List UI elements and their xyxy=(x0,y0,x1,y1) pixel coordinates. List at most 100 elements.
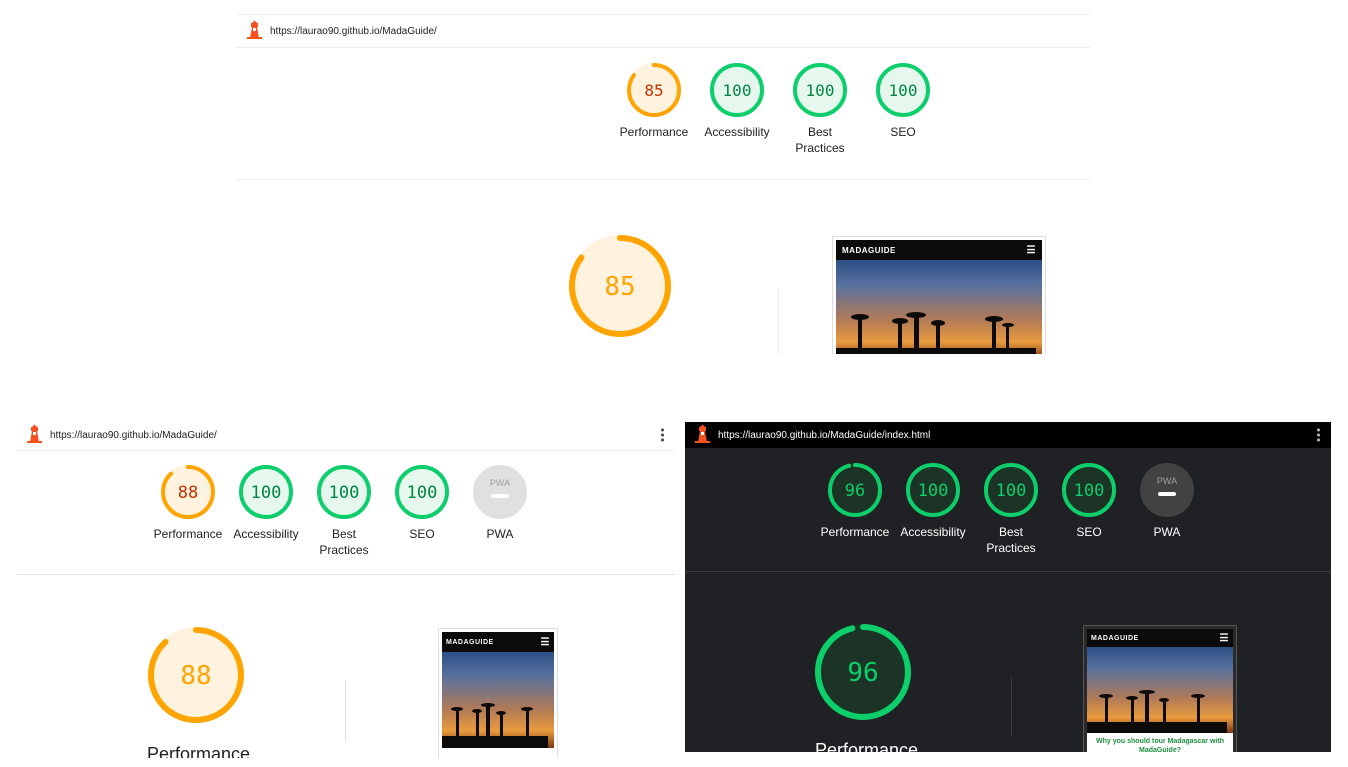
report-top-url-bar: https://laurao90.github.io/MadaGuide/ xyxy=(237,14,1090,48)
performance-gauge-ring: 96 xyxy=(828,463,882,517)
best-practices-gauge-ring: 100 xyxy=(984,463,1038,517)
pwa-badge: PWA xyxy=(473,465,527,519)
hamburger-icon: ☰ xyxy=(540,636,550,648)
gauge-seo[interactable]: 100 SEO xyxy=(383,464,461,558)
gauge-seo[interactable]: 100 SEO xyxy=(1050,462,1128,556)
gauge-performance[interactable]: 96 Performance xyxy=(816,462,894,556)
lighthouse-logo-icon xyxy=(27,424,42,446)
big-performance-gauge: 96 xyxy=(813,622,913,727)
seo-score: 100 xyxy=(889,81,918,100)
accessibility-gauge-ring: 100 xyxy=(906,463,960,517)
performance-label: Performance xyxy=(820,525,890,539)
best-practices-label: Best Practices xyxy=(986,525,1036,555)
performance-gauge-ring: 85 xyxy=(627,63,681,117)
performance-score: 85 xyxy=(644,81,663,100)
report-left-url-bar: https://laurao90.github.io/MadaGuide/ xyxy=(17,420,675,451)
report-url[interactable]: https://laurao90.github.io/MadaGuide/ xyxy=(270,26,437,37)
best-practices-label: Best Practices xyxy=(795,125,845,155)
vertical-divider xyxy=(1011,677,1012,737)
divider xyxy=(685,571,1331,572)
site-navbar: MADAGUIDE ☰ xyxy=(836,240,1042,260)
gauge-accessibility[interactable]: 100 Accessibility xyxy=(227,464,305,558)
score-gauges: 85 Performance 100 Accessibility 100 Bes… xyxy=(615,62,942,156)
performance-label: Performance xyxy=(619,125,689,139)
big-performance-score: 85 xyxy=(604,272,635,302)
report-url[interactable]: https://laurao90.github.io/MadaGuide/ xyxy=(50,430,217,441)
big-performance-gauge: 88 xyxy=(146,625,246,730)
big-performance-gauge: 85 xyxy=(567,233,673,344)
best-practices-score: 100 xyxy=(996,481,1027,501)
best-practices-label: Best Practices xyxy=(319,527,369,557)
accessibility-score: 100 xyxy=(918,481,949,501)
vertical-divider xyxy=(778,289,779,354)
best-practices-score: 100 xyxy=(806,81,835,100)
gauge-performance[interactable]: 88 Performance xyxy=(149,464,227,558)
site-logo: MADAGUIDE xyxy=(1091,634,1139,642)
seo-score: 100 xyxy=(1074,481,1105,501)
best-practices-gauge-ring: 100 xyxy=(793,63,847,117)
baobab-photo xyxy=(836,260,1042,354)
gauge-best-practices[interactable]: 100 Best Practices xyxy=(305,464,383,558)
big-performance-score: 88 xyxy=(180,661,211,691)
seo-gauge-ring: 100 xyxy=(1062,463,1116,517)
pwa-badge-text: PWA xyxy=(1157,476,1177,486)
kebab-menu-icon[interactable] xyxy=(1317,427,1321,444)
divider xyxy=(17,574,675,575)
lighthouse-logo-icon xyxy=(247,20,262,42)
final-screenshot: MADAGUIDE ☰ xyxy=(438,628,558,758)
performance-score: 88 xyxy=(178,483,198,503)
lighthouse-logo-icon xyxy=(695,424,710,446)
site-navbar: MADAGUIDE ☰ xyxy=(1087,629,1233,647)
performance-gauge-ring: 88 xyxy=(161,465,215,519)
report-url[interactable]: https://laurao90.github.io/MadaGuide/ind… xyxy=(718,430,930,441)
site-caption: Why you should tour Madagascar with Mada… xyxy=(1087,733,1233,752)
accessibility-score: 100 xyxy=(251,483,282,503)
accessibility-label: Accessibility xyxy=(704,125,770,139)
divider xyxy=(237,179,1090,180)
gauge-accessibility[interactable]: 100 Accessibility xyxy=(698,62,776,156)
pwa-badge-text: PWA xyxy=(490,478,510,488)
accessibility-label: Accessibility xyxy=(900,525,966,539)
baobab-photo xyxy=(1087,647,1233,733)
seo-score: 100 xyxy=(407,483,438,503)
seo-gauge-ring: 100 xyxy=(395,465,449,519)
pwa-label: PWA xyxy=(1153,525,1181,539)
big-performance-label: Performance xyxy=(147,744,251,758)
accessibility-label: Accessibility xyxy=(233,527,299,541)
score-gauges: 96 Performance 100 Accessibility 100 Bes… xyxy=(816,462,1206,556)
gauge-best-practices[interactable]: 100 Best Practices xyxy=(972,462,1050,556)
performance-score: 96 xyxy=(845,481,865,501)
seo-gauge-ring: 100 xyxy=(876,63,930,117)
best-practices-gauge-ring: 100 xyxy=(317,465,371,519)
accessibility-gauge-ring: 100 xyxy=(239,465,293,519)
report-right: https://laurao90.github.io/MadaGuide/ind… xyxy=(685,422,1331,752)
baobab-photo xyxy=(442,652,554,748)
report-left: https://laurao90.github.io/MadaGuide/ 88… xyxy=(17,420,675,758)
seo-label: SEO xyxy=(409,527,435,541)
gauge-performance[interactable]: 85 Performance xyxy=(615,62,693,156)
gauge-pwa[interactable]: PWA PWA xyxy=(461,464,539,558)
report-right-url-bar: https://laurao90.github.io/MadaGuide/ind… xyxy=(685,422,1331,448)
big-performance-label: Performance xyxy=(815,740,919,752)
score-gauges: 88 Performance 100 Accessibility 100 Bes… xyxy=(149,464,539,558)
site-logo: MADAGUIDE xyxy=(446,638,494,646)
site-logo: MADAGUIDE xyxy=(842,245,896,255)
hamburger-icon: ☰ xyxy=(1026,244,1036,256)
performance-label: Performance xyxy=(153,527,223,541)
report-top: https://laurao90.github.io/MadaGuide/ 85… xyxy=(237,14,1090,354)
accessibility-gauge-ring: 100 xyxy=(710,63,764,117)
site-navbar: MADAGUIDE ☰ xyxy=(442,632,554,652)
gauge-seo[interactable]: 100 SEO xyxy=(864,62,942,156)
gauge-best-practices[interactable]: 100 Best Practices xyxy=(781,62,859,156)
pwa-badge: PWA xyxy=(1140,463,1194,517)
accessibility-score: 100 xyxy=(723,81,752,100)
final-screenshot: MADAGUIDE ☰ xyxy=(832,236,1046,354)
pwa-label: PWA xyxy=(486,527,514,541)
best-practices-score: 100 xyxy=(329,483,360,503)
big-performance-score: 96 xyxy=(847,658,878,688)
kebab-menu-icon[interactable] xyxy=(661,427,665,444)
hamburger-icon: ☰ xyxy=(1219,632,1229,644)
vertical-divider xyxy=(345,680,346,740)
gauge-pwa[interactable]: PWA PWA xyxy=(1128,462,1206,556)
gauge-accessibility[interactable]: 100 Accessibility xyxy=(894,462,972,556)
